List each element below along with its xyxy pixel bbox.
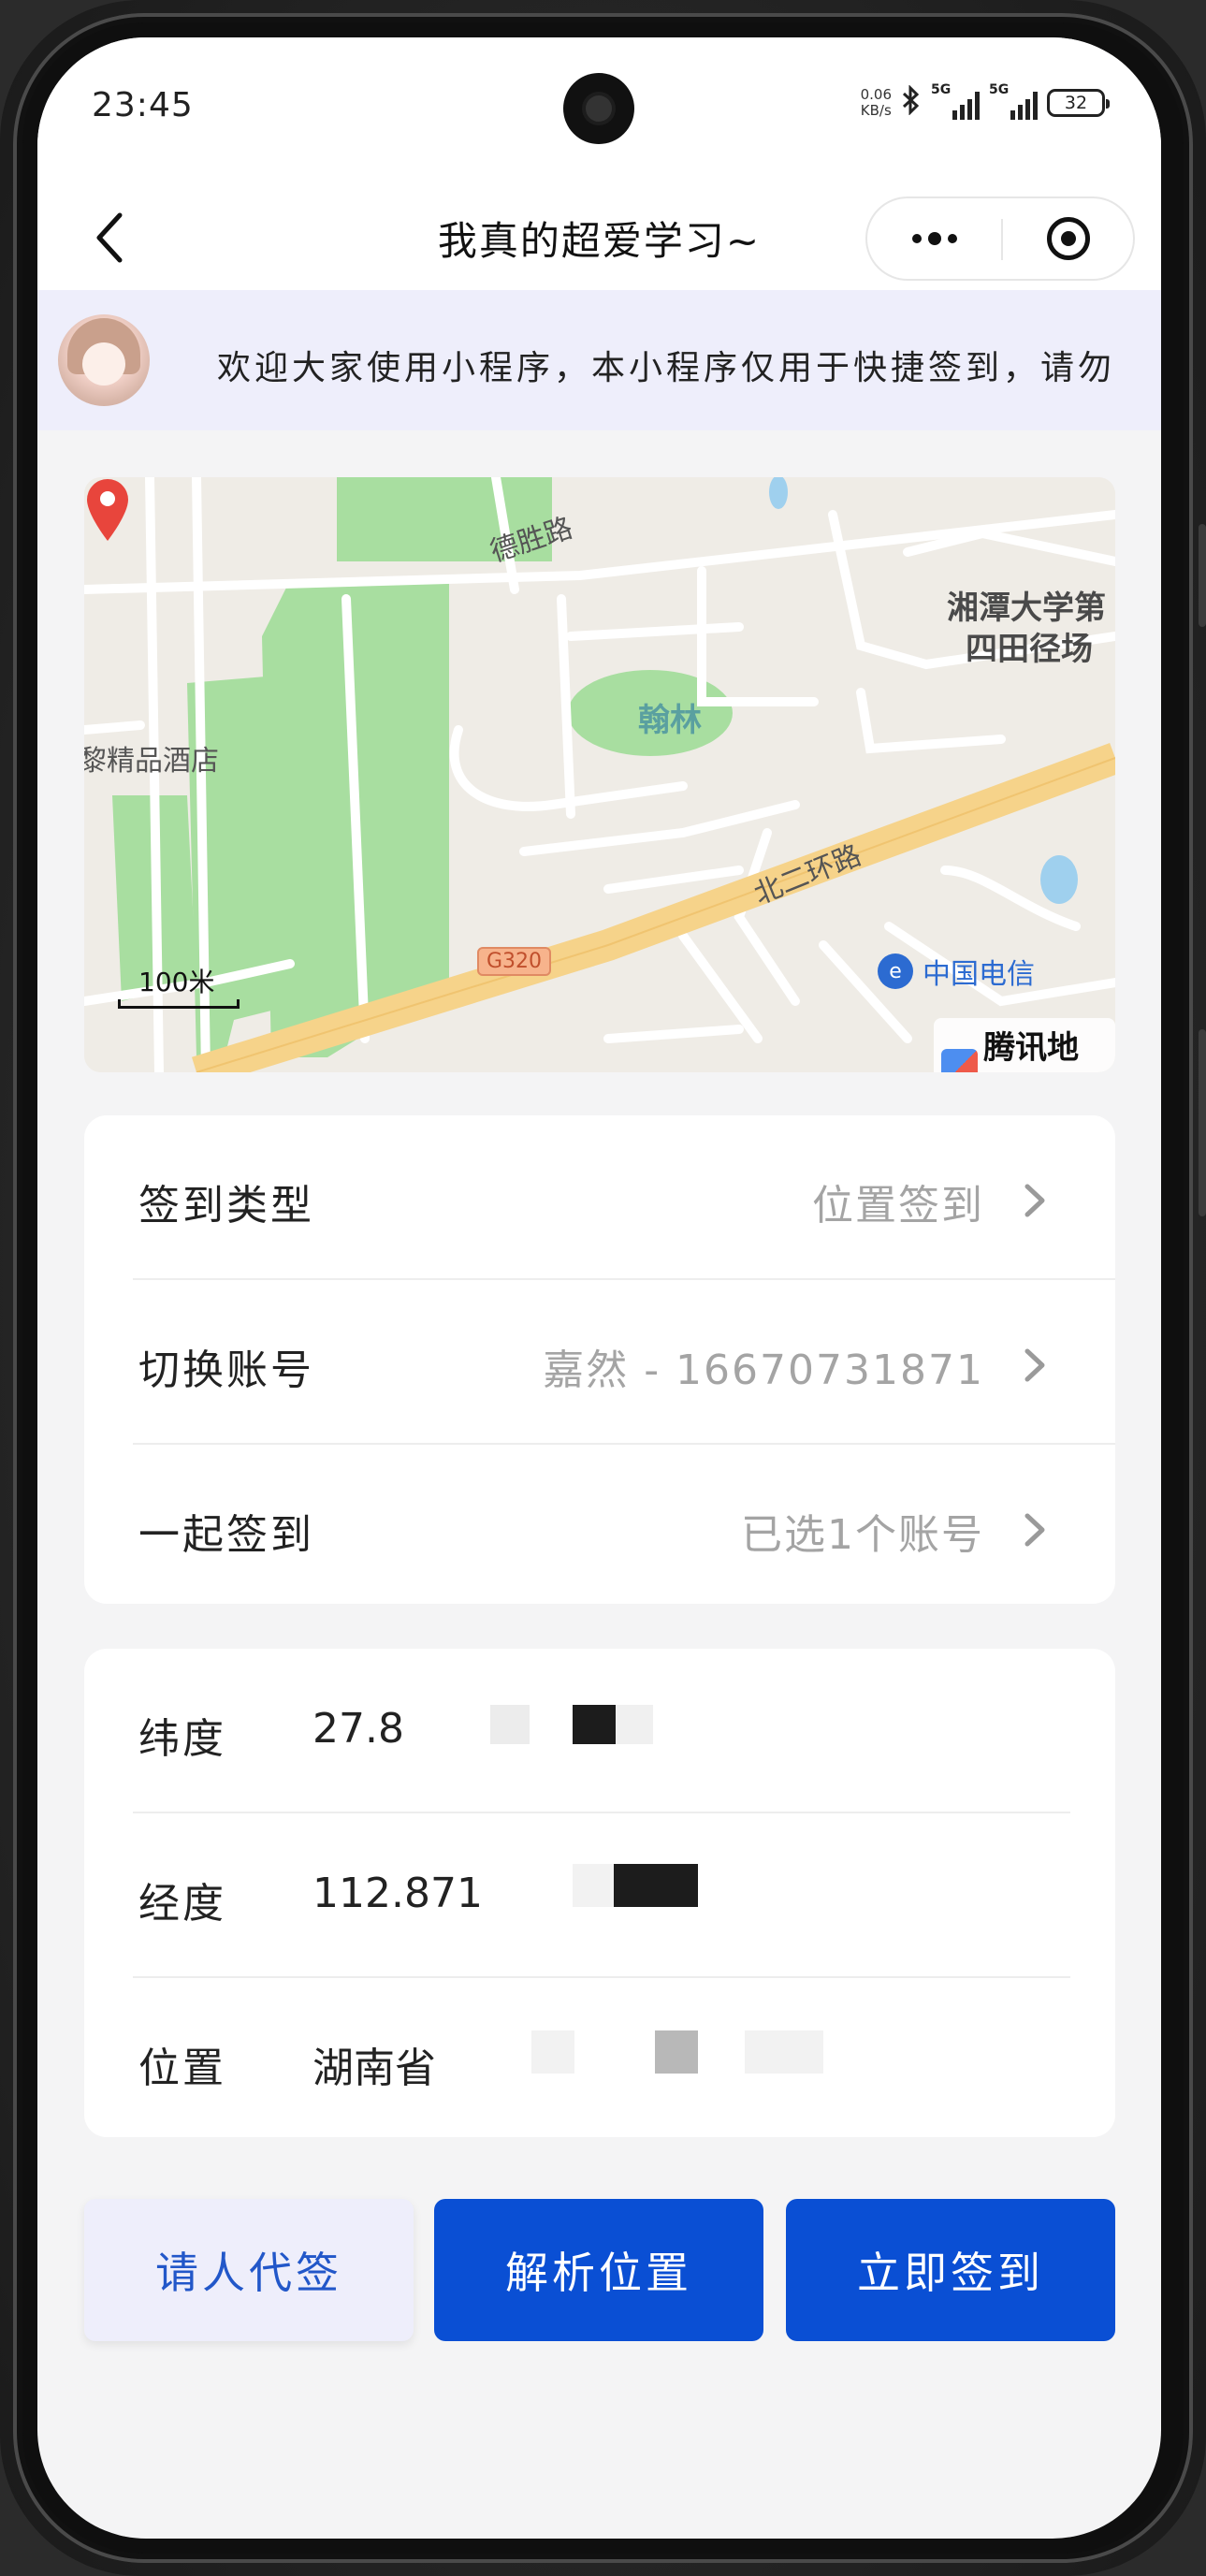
front-camera <box>563 73 634 144</box>
redaction-block <box>655 2030 698 2074</box>
bluetooth-icon <box>901 84 922 121</box>
close-miniprogram-button[interactable] <box>1003 198 1133 279</box>
map-scale: 100米 <box>118 962 240 1009</box>
screen: 23:45 0.06 KB/s 5G 5G 32 我真的超爱学习~ 欢迎大家使用… <box>37 37 1161 2539</box>
longitude-row: 经度 112.871 <box>84 1813 1115 1978</box>
signal-label-sim2: 5G <box>989 82 1010 97</box>
longitude-label: 经度 <box>138 1880 226 1928</box>
miniprogram-capsule <box>865 196 1135 281</box>
switch-account-row[interactable]: 切换账号 嘉然 - 16670731871 <box>84 1280 1115 1445</box>
status-time: 23:45 <box>92 86 194 124</box>
map-label-telecom: 中国电信 <box>923 958 1035 991</box>
avatar <box>58 314 150 406</box>
map-label-field: 四田径场 <box>966 631 1093 668</box>
redaction-block <box>573 1705 616 1744</box>
address-label: 位置 <box>138 2045 226 2092</box>
notice-bar: 欢迎大家使用小程序，本小程序仅用于快捷签到，请勿 <box>37 290 1161 430</box>
network-speed-unit: KB/s <box>860 102 892 119</box>
redaction-block <box>490 1705 530 1744</box>
chevron-right-icon <box>1024 1348 1045 1382</box>
switch-account-label: 切换账号 <box>138 1346 314 1394</box>
location-pin-icon <box>87 479 128 541</box>
status-icons: 0.06 KB/s 5G 5G 32 <box>861 82 1110 124</box>
map-poi-telecom: e 中国电信 <box>878 951 1035 992</box>
signal-icon-sim1: 5G <box>931 82 980 120</box>
compass-icon <box>941 1049 979 1072</box>
redaction-block <box>531 2030 574 2074</box>
address-value[interactable]: 湖南省 <box>312 2034 436 2094</box>
battery-icon: 32 <box>1047 89 1110 117</box>
chevron-right-icon <box>1024 1513 1045 1547</box>
map-label-hanlin: 翰林 <box>638 702 702 739</box>
nav-bar: 我真的超爱学习~ <box>37 178 1161 290</box>
chevron-right-icon <box>1024 1184 1045 1217</box>
location-info-card: 纬度 27.8 经度 112.871 位置 湖南省 <box>84 1649 1115 2137</box>
redaction-block <box>745 2030 823 2074</box>
volume-up-button <box>1199 524 1206 627</box>
highway-badge: G320 <box>477 947 552 976</box>
latitude-label: 纬度 <box>138 1715 226 1763</box>
target-icon <box>1046 217 1090 260</box>
more-button[interactable] <box>867 198 1001 279</box>
status-bar: 23:45 0.06 KB/s 5G 5G 32 <box>37 37 1161 178</box>
sign-type-value: 位置签到 <box>812 1182 984 1230</box>
group-sign-row[interactable]: 一起签到 已选1个账号 <box>84 1445 1115 1604</box>
notice-text: 欢迎大家使用小程序，本小程序仅用于快捷签到，请勿 <box>217 349 1116 387</box>
redaction-block <box>573 1864 616 1907</box>
switch-account-value: 嘉然 - 16670731871 <box>543 1346 984 1394</box>
map-view[interactable]: 德胜路 湘潭大学第 四田径场 黎精品酒店 翰林 北二环路 G320 e 中国电信… <box>84 477 1115 1072</box>
map-label-university: 湘潭大学第 <box>947 589 1106 627</box>
redaction-block <box>616 1705 653 1744</box>
map-label-hotel: 黎精品酒店 <box>84 745 219 778</box>
latitude-value[interactable]: 27.8 <box>312 1705 404 1753</box>
map-provider-logo: 腾讯地图 <box>934 1018 1115 1072</box>
group-sign-value: 已选1个账号 <box>741 1511 984 1559</box>
address-row: 位置 湖南省 <box>84 1978 1115 2137</box>
map-scale-label: 100米 <box>138 967 215 997</box>
longitude-value[interactable]: 112.871 <box>312 1870 483 1917</box>
network-speed: 0.06 KB/s <box>861 87 892 119</box>
phone-frame: 23:45 0.06 KB/s 5G 5G 32 我真的超爱学习~ 欢迎大家使用… <box>0 0 1206 2576</box>
sign-now-button[interactable]: 立即签到 <box>786 2199 1115 2341</box>
sign-settings-card: 签到类型 位置签到 切换账号 嘉然 - 16670731871 一起签到 已选1… <box>84 1115 1115 1604</box>
parse-location-button[interactable]: 解析位置 <box>434 2199 763 2341</box>
network-speed-value: 0.06 <box>860 86 892 103</box>
telecom-logo-icon: e <box>878 953 913 989</box>
latitude-row: 纬度 27.8 <box>84 1649 1115 1813</box>
sign-type-label: 签到类型 <box>138 1182 314 1230</box>
map-provider-label: 腾讯地图 <box>983 1029 1080 1067</box>
signal-icon-sim2: 5G <box>989 82 1038 120</box>
power-button <box>1199 1029 1206 1216</box>
signal-label-sim1: 5G <box>931 82 952 97</box>
sign-type-row[interactable]: 签到类型 位置签到 <box>84 1115 1115 1280</box>
group-sign-label: 一起签到 <box>138 1511 314 1559</box>
redaction-block <box>614 1864 698 1907</box>
proxy-sign-button[interactable]: 请人代签 <box>84 2199 414 2341</box>
